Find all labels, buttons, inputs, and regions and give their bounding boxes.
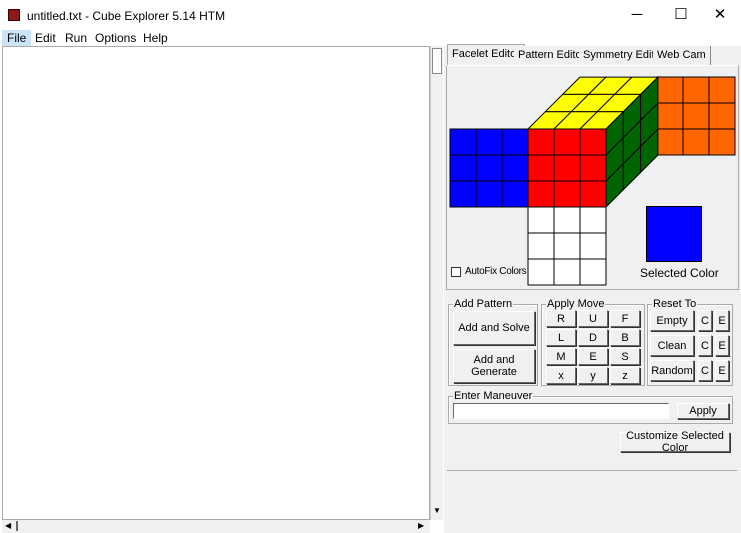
- facelet-F[interactable]: [579, 128, 607, 156]
- facelet-D[interactable]: [579, 206, 607, 234]
- reset-random-button[interactable]: Random: [650, 360, 694, 381]
- facelet-D[interactable]: [527, 206, 555, 234]
- facelet-B[interactable]: [682, 102, 710, 130]
- facelet-D[interactable]: [553, 258, 581, 286]
- move-x-button[interactable]: x: [546, 367, 576, 384]
- facelet-D[interactable]: [579, 232, 607, 260]
- facelet-B[interactable]: [656, 76, 684, 104]
- move-S-button[interactable]: S: [610, 348, 640, 365]
- facelet-F[interactable]: [579, 154, 607, 182]
- facelet-D[interactable]: [527, 258, 555, 286]
- facelet-F[interactable]: [579, 180, 607, 208]
- facelet-F[interactable]: [553, 180, 581, 208]
- move-F-button[interactable]: F: [610, 310, 640, 327]
- autofix-label: AutoFix Colors: [465, 266, 527, 277]
- horizontal-scrollbar[interactable]: ◀ ▶: [2, 520, 430, 533]
- facelet-F[interactable]: [553, 154, 581, 182]
- facelet-F[interactable]: [527, 180, 555, 208]
- add-and-solve-button[interactable]: Add and Solve: [453, 311, 535, 345]
- facelet-L[interactable]: [501, 180, 529, 208]
- facelet-L[interactable]: [449, 154, 477, 182]
- facelet-L[interactable]: [501, 154, 529, 182]
- autofix-checkbox[interactable]: [451, 267, 461, 277]
- facelet-L[interactable]: [475, 180, 503, 208]
- apply-move-label: Apply Move: [546, 298, 606, 310]
- facelet-L[interactable]: [475, 154, 503, 182]
- reset-e-button[interactable]: E: [715, 335, 729, 356]
- facelet-L[interactable]: [475, 128, 503, 156]
- reset-empty-button[interactable]: Empty: [650, 310, 694, 331]
- facelet-D[interactable]: [553, 232, 581, 260]
- facelet-B[interactable]: [656, 102, 684, 130]
- scroll-left-icon[interactable]: ◀: [5, 521, 11, 530]
- reset-e-button[interactable]: E: [715, 360, 729, 381]
- move-B-button[interactable]: B: [610, 329, 640, 346]
- add-pattern-group: Add Pattern Add and Solve Add and Genera…: [448, 298, 538, 386]
- facelet-D[interactable]: [579, 258, 607, 286]
- reset-clean-button[interactable]: Clean: [650, 335, 694, 356]
- facelet-F[interactable]: [527, 128, 555, 156]
- move-y-button[interactable]: y: [578, 367, 608, 384]
- maneuver-input[interactable]: [453, 403, 669, 419]
- move-D-button[interactable]: D: [578, 329, 608, 346]
- divider: [447, 470, 737, 471]
- move-R-button[interactable]: R: [546, 310, 576, 327]
- facelet-D[interactable]: [527, 232, 555, 260]
- facelet-B[interactable]: [656, 128, 684, 156]
- customize-selected-color-button[interactable]: Customize Selected Color: [620, 430, 730, 454]
- cube-facelets[interactable]: [0, 0, 741, 300]
- facelet-F[interactable]: [553, 128, 581, 156]
- scroll-down-icon[interactable]: ▼: [433, 506, 441, 515]
- facelet-B[interactable]: [682, 128, 710, 156]
- reset-c-button[interactable]: C: [698, 360, 712, 381]
- facelet-B[interactable]: [708, 128, 736, 156]
- reset-e-button[interactable]: E: [715, 310, 729, 331]
- facelet-B[interactable]: [708, 76, 736, 104]
- apply-button[interactable]: Apply: [677, 403, 729, 419]
- reset-to-label: Reset To: [652, 298, 698, 310]
- reset-c-button[interactable]: C: [698, 310, 712, 331]
- move-M-button[interactable]: M: [546, 348, 576, 365]
- move-U-button[interactable]: U: [578, 310, 608, 327]
- add-and-generate-button[interactable]: Add and Generate: [453, 349, 535, 383]
- facelet-L[interactable]: [449, 180, 477, 208]
- facelet-F[interactable]: [527, 154, 555, 182]
- facelet-L[interactable]: [449, 128, 477, 156]
- enter-maneuver-group: Enter Maneuver Apply: [448, 390, 733, 424]
- reset-c-button[interactable]: C: [698, 335, 712, 356]
- facelet-L[interactable]: [501, 128, 529, 156]
- scroll-thumb-h[interactable]: [16, 521, 18, 531]
- move-z-button[interactable]: z: [610, 367, 640, 384]
- move-E-button[interactable]: E: [578, 348, 608, 365]
- selected-color-swatch[interactable]: [646, 206, 702, 262]
- facelet-B[interactable]: [682, 76, 710, 104]
- facelet-B[interactable]: [708, 102, 736, 130]
- scroll-right-icon[interactable]: ▶: [418, 521, 424, 530]
- apply-move-group: Apply Move RUF LDB MESxyz: [541, 298, 645, 386]
- reset-to-group: Reset To Empty C E Clean C E Random C E: [647, 298, 733, 386]
- move-L-button[interactable]: L: [546, 329, 576, 346]
- facelet-D[interactable]: [553, 206, 581, 234]
- selected-color-label: Selected Color: [640, 266, 719, 280]
- add-pattern-label: Add Pattern: [453, 298, 514, 310]
- enter-maneuver-label: Enter Maneuver: [453, 390, 534, 402]
